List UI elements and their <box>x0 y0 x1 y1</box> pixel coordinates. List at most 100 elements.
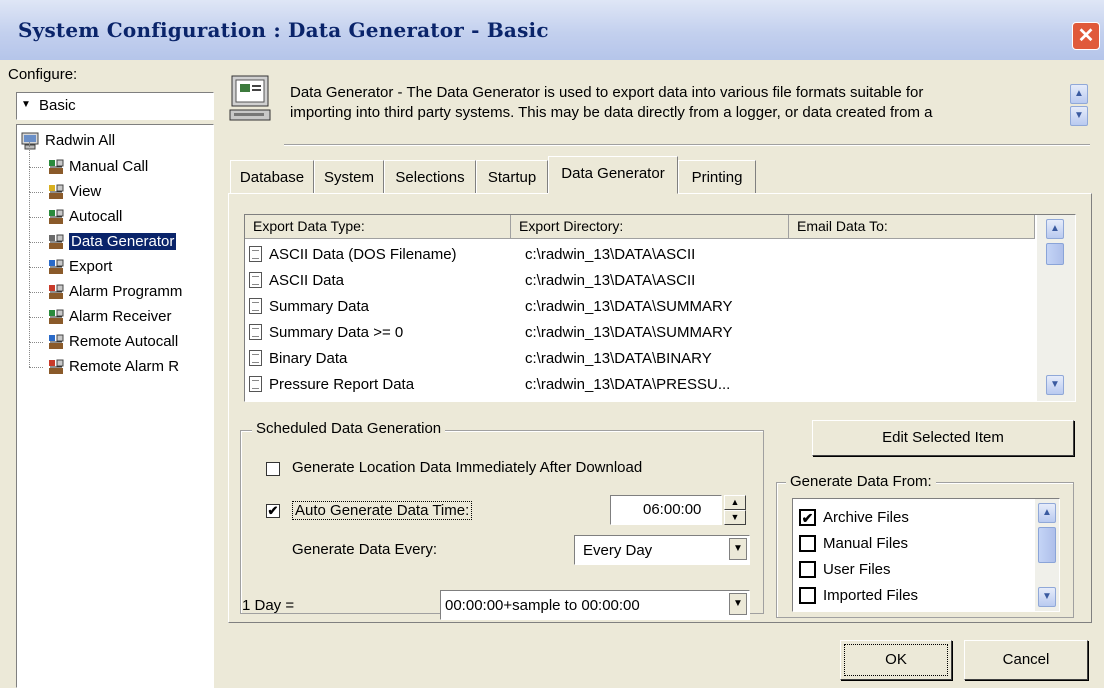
document-icon <box>249 298 262 314</box>
gen-scroll-down-button[interactable]: ▼ <box>1038 587 1056 607</box>
day-select[interactable]: 00:00:00+sample to 00:00:00 ▼ <box>440 590 750 620</box>
configure-label: Configure: <box>8 66 78 83</box>
immediate-label: Generate Location Data Immediately After… <box>292 459 643 476</box>
day-select-arrow[interactable]: ▼ <box>729 593 747 615</box>
table-scroll-up-button[interactable]: ▲ <box>1046 219 1064 239</box>
tree-item-label: Remote Autocall <box>69 333 179 350</box>
cancel-button[interactable]: Cancel <box>964 640 1088 680</box>
module-icon <box>49 159 64 174</box>
tree-item-label: View <box>69 183 102 200</box>
table-scroll-thumb[interactable] <box>1046 243 1064 265</box>
table-row[interactable]: Binary Data c:\radwin_13\DATA\BINARY <box>245 347 1035 371</box>
generate-from-checkbox[interactable] <box>799 587 816 604</box>
table-row[interactable]: Summary Data >= 0 c:\radwin_13\DATA\SUMMA… <box>245 321 1035 345</box>
tree-item[interactable]: View <box>17 167 213 205</box>
tree-item-label: Manual Call <box>69 158 149 175</box>
row-type: Summary Data <box>269 298 370 315</box>
table-scrollbar[interactable]: ▲ ▼ <box>1037 215 1075 401</box>
description-line-2: importing into third party systems. This… <box>290 104 933 121</box>
tree-item-label: Data Generator <box>69 233 177 250</box>
scheduled-group-title: Scheduled Data Generation <box>252 420 446 437</box>
table-row[interactable]: Summary Data c:\radwin_13\DATA\SUMMARY <box>245 295 1035 319</box>
generate-from-title: Generate Data From: <box>786 473 936 490</box>
tab-startup[interactable]: Startup <box>476 160 548 194</box>
table-scroll-down-button[interactable]: ▼ <box>1046 375 1064 395</box>
module-icon <box>49 359 64 374</box>
module-icon <box>49 334 64 349</box>
every-select-arrow[interactable]: ▼ <box>729 538 747 560</box>
module-icon <box>49 309 64 324</box>
auto-time-field[interactable]: 06:00:00 <box>610 495 722 525</box>
ok-button[interactable]: OK <box>840 640 952 680</box>
module-icon <box>49 234 64 249</box>
document-icon <box>249 350 262 366</box>
every-label: Generate Data Every: <box>292 541 438 558</box>
gen-scroll-up-button[interactable]: ▲ <box>1038 503 1056 523</box>
table-row[interactable]: ASCII Data c:\radwin_13\DATA\ASCII <box>245 269 1035 293</box>
tab-data-generator[interactable]: Data Generator <box>548 156 678 194</box>
tree-root[interactable]: Radwin All <box>21 129 201 154</box>
gen-scrollbar[interactable]: ▲ ▼ <box>1035 499 1059 611</box>
time-spin-up-button[interactable]: ▲ <box>724 495 746 510</box>
close-button[interactable]: ✕ <box>1072 22 1100 50</box>
document-icon <box>249 246 262 262</box>
generate-from-item[interactable]: User Files <box>799 557 1029 581</box>
tree-item[interactable]: Autocall <box>17 192 213 230</box>
tab-system[interactable]: System <box>314 160 384 194</box>
chevron-down-icon[interactable]: ▼ <box>21 99 31 110</box>
auto-time-value: 06:00:00 <box>643 501 702 518</box>
generate-from-list[interactable]: ✔ Archive Files Manual Files User Files Impo… <box>792 498 1060 612</box>
generate-from-checkbox[interactable] <box>799 535 816 552</box>
tab-selections[interactable]: Selections <box>384 160 476 194</box>
gen-scroll-thumb[interactable] <box>1038 527 1056 563</box>
row-directory: c:\radwin_13\DATA\BINARY <box>525 350 712 367</box>
tree-item[interactable]: Manual Call <box>17 142 213 180</box>
tree-item[interactable]: Alarm Programm <box>17 267 213 305</box>
generate-from-item[interactable]: Imported Files <box>799 583 1029 607</box>
table-row[interactable]: Pressure Report Data c:\radwin_13\DATA\PR… <box>245 373 1035 397</box>
edit-selected-item-button[interactable]: Edit Selected Item <box>812 420 1074 456</box>
generate-from-checkbox[interactable] <box>799 561 816 578</box>
tree-item[interactable]: Alarm Receiver <box>17 292 213 330</box>
column-header-email[interactable]: Email Data To: <box>789 215 1035 239</box>
generate-from-checkbox[interactable]: ✔ <box>799 509 816 526</box>
immediate-checkbox[interactable] <box>266 462 280 476</box>
column-header-directory[interactable]: Export Directory: <box>511 215 789 239</box>
tree-item-label: Alarm Programm <box>69 283 183 300</box>
generate-from-label: Manual Files <box>823 535 909 552</box>
row-type: ASCII Data <box>269 272 345 289</box>
column-header-type[interactable]: Export Data Type: <box>245 215 511 239</box>
tree-item-label: Autocall <box>69 208 123 225</box>
row-directory: c:\radwin_13\DATA\ASCII <box>525 272 696 289</box>
export-table[interactable]: Export Data Type: Export Directory: Emai… <box>244 214 1076 402</box>
generate-from-item[interactable]: Manual Files <box>799 531 1029 555</box>
computer-icon <box>21 132 39 150</box>
time-spin-down-button[interactable]: ▼ <box>724 510 746 525</box>
row-directory: c:\radwin_13\DATA\SUMMARY <box>525 324 733 341</box>
tree-item-label: Export <box>69 258 113 275</box>
window-title: System Configuration : Data Generator - … <box>18 18 549 42</box>
auto-check-mark: ✔ <box>267 503 279 518</box>
table-row[interactable]: ASCII Data (DOS Filename) c:\radwin_13\DA… <box>245 243 1035 267</box>
tree-item[interactable]: Export <box>17 242 213 280</box>
title-bar[interactable]: System Configuration : Data Generator - … <box>0 0 1104 60</box>
tree-item[interactable]: Remote Alarm R <box>17 342 213 380</box>
configure-tree[interactable]: Radwin All Manual Call View Autocall Data G… <box>16 124 214 688</box>
tab-printing[interactable]: Printing <box>678 160 756 194</box>
row-directory: c:\radwin_13\DATA\ASCII <box>525 246 696 263</box>
tree-item[interactable]: Remote Autocall <box>17 317 213 355</box>
tree-item-label: Remote Alarm R <box>69 358 180 375</box>
tab-database[interactable]: Database <box>230 160 314 194</box>
description-scroll-up-button[interactable]: ▲ <box>1070 84 1088 104</box>
generate-from-item[interactable]: ✔ Archive Files <box>799 505 1029 529</box>
auto-generate-checkbox[interactable]: ✔ <box>266 504 280 518</box>
tree-item[interactable]: Data Generator <box>17 217 213 255</box>
config-window: System Configuration : Data Generator - … <box>0 0 1104 688</box>
every-select[interactable]: Every Day ▼ <box>574 535 750 565</box>
module-icon <box>49 284 64 299</box>
configure-select[interactable]: ▼ Basic <box>16 92 214 120</box>
description-scroll-down-button[interactable]: ▼ <box>1070 106 1088 126</box>
row-type: Summary Data >= 0 <box>269 324 404 341</box>
document-icon <box>249 324 262 340</box>
check-mark: ✔ <box>801 510 814 526</box>
